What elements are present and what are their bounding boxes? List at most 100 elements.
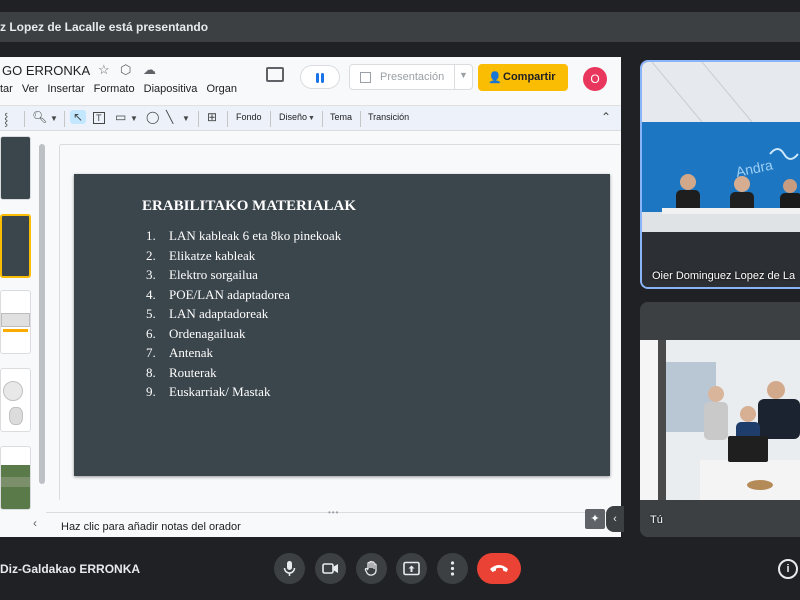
text-box-icon[interactable]: T	[93, 112, 105, 124]
menu-item-slide[interactable]: Diapositiva	[144, 83, 198, 95]
layout-button[interactable]: Diseño	[279, 112, 307, 122]
camera-button[interactable]	[315, 553, 346, 584]
toolbar-divider	[322, 111, 323, 127]
slide-thumbnail-selected[interactable]	[0, 214, 31, 278]
list-text: Elikatze kableak	[169, 247, 256, 263]
layout-dropdown-icon[interactable]: ▼	[308, 115, 315, 122]
meet-call-button[interactable]	[300, 65, 340, 89]
vertical-ruler	[50, 145, 60, 500]
list-text: Elektro sorgailua	[169, 267, 258, 282]
list-number: 2.	[146, 247, 156, 263]
list-item: 3. Elektro sorgailua	[146, 267, 341, 287]
router-image	[1, 313, 30, 327]
toolbar-divider	[270, 111, 271, 127]
present-now-button[interactable]	[396, 553, 427, 584]
slide-list: 1. LAN kableak 6 eta 8ko pinekoak 2. Elika…	[146, 228, 341, 404]
list-text: POE/LAN adaptadorea	[169, 286, 290, 302]
zoom-icon[interactable]: 🔍︎	[32, 110, 47, 124]
antenna-image	[9, 407, 23, 425]
shape-icon[interactable]: ◯	[146, 110, 159, 124]
zoom-dropdown-icon[interactable]: ▼	[50, 114, 58, 123]
list-number: 1.	[146, 228, 156, 243]
background-button[interactable]: Fondo	[236, 112, 262, 122]
meeting-controls: Diz-Galdakao ERRONKA i	[0, 537, 800, 600]
notes-resize-handle[interactable]: •••	[328, 508, 339, 517]
more-options-button[interactable]	[437, 553, 468, 584]
list-item: 1. LAN kableak 6 eta 8ko pinekoak	[146, 228, 341, 248]
collapse-toolbar-icon[interactable]: ⌃	[601, 110, 611, 124]
list-number: 8.	[146, 364, 156, 380]
list-number: 9.	[146, 384, 156, 399]
move-icon[interactable]: ⬡	[120, 62, 131, 78]
image-dropdown-icon[interactable]: ▼	[130, 114, 138, 123]
participant-tile-self[interactable]: Tú	[640, 302, 800, 537]
list-text: LAN adaptadoreak	[169, 306, 269, 321]
theme-button[interactable]: Tema	[330, 112, 352, 122]
present-button[interactable]: Presentación ▼	[349, 64, 473, 90]
menu-item-tools[interactable]: tar	[0, 83, 13, 95]
filmstrip-scrollbar[interactable]	[39, 144, 45, 484]
menu-item-insert[interactable]: Insertar	[47, 83, 84, 95]
hand-icon	[364, 560, 377, 576]
list-item: 8. Routerak	[146, 365, 341, 385]
slide-title: ERABILITAKO MATERIALAK	[142, 198, 357, 214]
star-icon[interactable]: ☆	[98, 62, 110, 78]
more-vert-icon[interactable]: ⋮	[784, 64, 794, 75]
presenting-banner-text: z Lopez de Lacalle está presentando	[0, 20, 209, 34]
line-icon[interactable]: ╲	[166, 110, 173, 124]
transition-button[interactable]: Transición	[368, 112, 409, 122]
microphone-button[interactable]	[274, 553, 305, 584]
document-title[interactable]: GO ERRONKA	[2, 63, 90, 78]
participant-video: Andra	[642, 62, 800, 287]
list-number: 4.	[146, 286, 156, 302]
share-label: Compartir	[503, 71, 556, 83]
paint-format-icon[interactable]: ⸾	[4, 110, 8, 127]
account-avatar[interactable]: O	[583, 67, 607, 91]
list-number: 7.	[146, 345, 156, 360]
comment-history-icon[interactable]	[266, 67, 284, 82]
present-divider	[454, 65, 455, 89]
list-text: Antenak	[169, 345, 214, 360]
leave-call-button[interactable]	[477, 553, 521, 584]
select-cursor-icon[interactable]: ↖	[70, 110, 87, 124]
toolbar-divider	[64, 111, 65, 127]
chevron-down-icon[interactable]: ▼	[459, 70, 468, 80]
chevron-left-icon[interactable]: ‹	[33, 516, 37, 530]
menu-item-view[interactable]: Ver	[22, 83, 39, 95]
cloud-status-icon[interactable]: ☁	[143, 62, 156, 78]
list-item: 2. Elikatze kableak	[146, 248, 341, 268]
list-item: 4. POE/LAN adaptadorea	[146, 287, 341, 307]
image-icon[interactable]: ▭	[115, 110, 126, 124]
slide-thumbnail[interactable]	[0, 368, 31, 432]
menu-item-format[interactable]: Formato	[94, 83, 135, 95]
meet-audio-bar	[321, 73, 324, 83]
menu-item-arrange[interactable]: Organ	[206, 83, 237, 95]
present-icon	[360, 72, 371, 83]
line-dropdown-icon[interactable]: ▼	[182, 114, 190, 123]
meet-audio-icon	[316, 73, 319, 83]
raise-hand-button[interactable]	[356, 553, 387, 584]
participant-tile-active[interactable]: Andra ⋮ Oier Dominguez Lopez de La	[640, 60, 800, 289]
list-text: Euskarriak/ Mastak	[169, 384, 271, 399]
toolbar-divider	[360, 111, 361, 127]
list-number: 5.	[146, 306, 156, 321]
add-comment-icon[interactable]: ⊞	[207, 110, 217, 124]
list-text: Ordenagailuak	[169, 325, 246, 341]
list-text: LAN kableak 6 eta 8ko pinekoak	[169, 228, 342, 243]
videocam-icon	[322, 563, 338, 574]
participant-name: Oier Dominguez Lopez de La	[652, 270, 796, 282]
slide-thumbnail[interactable]	[0, 446, 31, 510]
meeting-details-icon[interactable]: i	[778, 559, 798, 579]
chevron-left-icon[interactable]: ‹	[606, 506, 624, 532]
presenting-banner: z Lopez de Lacalle está presentando	[0, 12, 800, 42]
more-vert-icon	[450, 561, 455, 576]
slide-thumbnail[interactable]	[0, 290, 31, 354]
toolbar-divider	[24, 111, 25, 127]
explore-icon[interactable]: ✦	[585, 509, 605, 529]
slides-header: GO ERRONKA ☆ ⬡ ☁ tar Ver Insertar Format…	[0, 57, 621, 105]
list-text: Routerak	[169, 364, 217, 380]
self-name: Tú	[650, 514, 663, 526]
slide-thumbnail[interactable]	[0, 136, 31, 200]
current-slide[interactable]: ERABILITAKO MATERIALAK 1. LAN kableak 6 e…	[74, 174, 610, 476]
share-button[interactable]: 👤 Compartir	[478, 64, 568, 91]
